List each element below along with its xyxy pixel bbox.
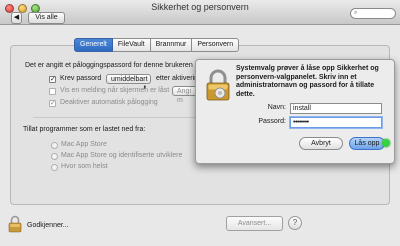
- name-input[interactable]: install: [290, 103, 382, 114]
- tab-privacy[interactable]: Personvern: [192, 38, 240, 52]
- radio-anywhere[interactable]: [51, 164, 58, 171]
- require-password-delay-value: umiddelbart: [111, 76, 148, 83]
- click-indicator: [382, 139, 390, 147]
- login-password-intro: Det er angitt et påloggingspassord for d…: [25, 62, 193, 69]
- search-icon: ⌕: [354, 10, 358, 16]
- search-field[interactable]: ⌕: [350, 8, 396, 19]
- password-input[interactable]: ••••••••: [290, 117, 382, 128]
- tab-filevault[interactable]: FileVault: [112, 38, 151, 52]
- security-privacy-window: Sikkerhet og personvern ◀ ▶ Vis alle ⌕ G…: [0, 0, 400, 246]
- dialog-message: Systemvalg prøver å låse opp Sikkerhet o…: [236, 65, 379, 98]
- require-password-delay-select[interactable]: umiddelbart ⬍: [106, 74, 151, 91]
- bottom-bar: Godkjenner... Avansert... ?: [0, 208, 400, 246]
- authentication-dialog: Systemvalg prøver å låse opp Sikkerhet o…: [195, 59, 395, 164]
- lock-icon: [206, 69, 230, 101]
- tab-bar: Generelt FileVault Brannmur Personvern: [74, 38, 240, 52]
- show-all-button[interactable]: Vis alle: [28, 12, 65, 24]
- unlock-button[interactable]: Lås opp: [349, 137, 385, 150]
- disable-autologin-checkbox[interactable]: ✓: [49, 100, 56, 107]
- radio-label-identified-developers: Mac App Store og identifiserte utviklere: [61, 152, 183, 159]
- tab-firewall[interactable]: Brannmur: [150, 38, 193, 52]
- show-message-checkbox[interactable]: [49, 88, 56, 95]
- help-button[interactable]: ?: [288, 216, 302, 230]
- show-message-label: Vis en melding når skjermen er låst: [60, 87, 170, 94]
- tab-general[interactable]: Generelt: [74, 38, 113, 52]
- back-button[interactable]: ◀: [11, 12, 22, 24]
- advanced-button[interactable]: Avansert...: [226, 216, 283, 231]
- radio-label-mac-app-store: Mac App Store: [61, 141, 107, 148]
- password-label: Passord:: [258, 118, 286, 125]
- name-label: Navn:: [267, 104, 286, 111]
- lock-icon[interactable]: [8, 215, 22, 233]
- radio-identified-developers[interactable]: [51, 153, 58, 160]
- radio-mac-app-store[interactable]: [51, 142, 58, 149]
- allow-apps-label: Tillat programmer som er lastet ned fra:: [23, 126, 146, 133]
- authenticating-label: Godkjenner...: [27, 222, 69, 229]
- title-bar: Sikkerhet og personvern ◀ ▶ Vis alle ⌕: [0, 0, 400, 25]
- radio-label-anywhere: Hvor som helst: [61, 163, 108, 170]
- require-password-label: Krev passord: [60, 75, 102, 82]
- require-password-checkbox[interactable]: ✓: [49, 76, 56, 83]
- cancel-button[interactable]: Avbryt: [299, 137, 343, 150]
- window-title: Sikkerhet og personvern: [151, 2, 249, 12]
- disable-autologin-label: Deaktiver automatisk pålogging: [60, 99, 158, 106]
